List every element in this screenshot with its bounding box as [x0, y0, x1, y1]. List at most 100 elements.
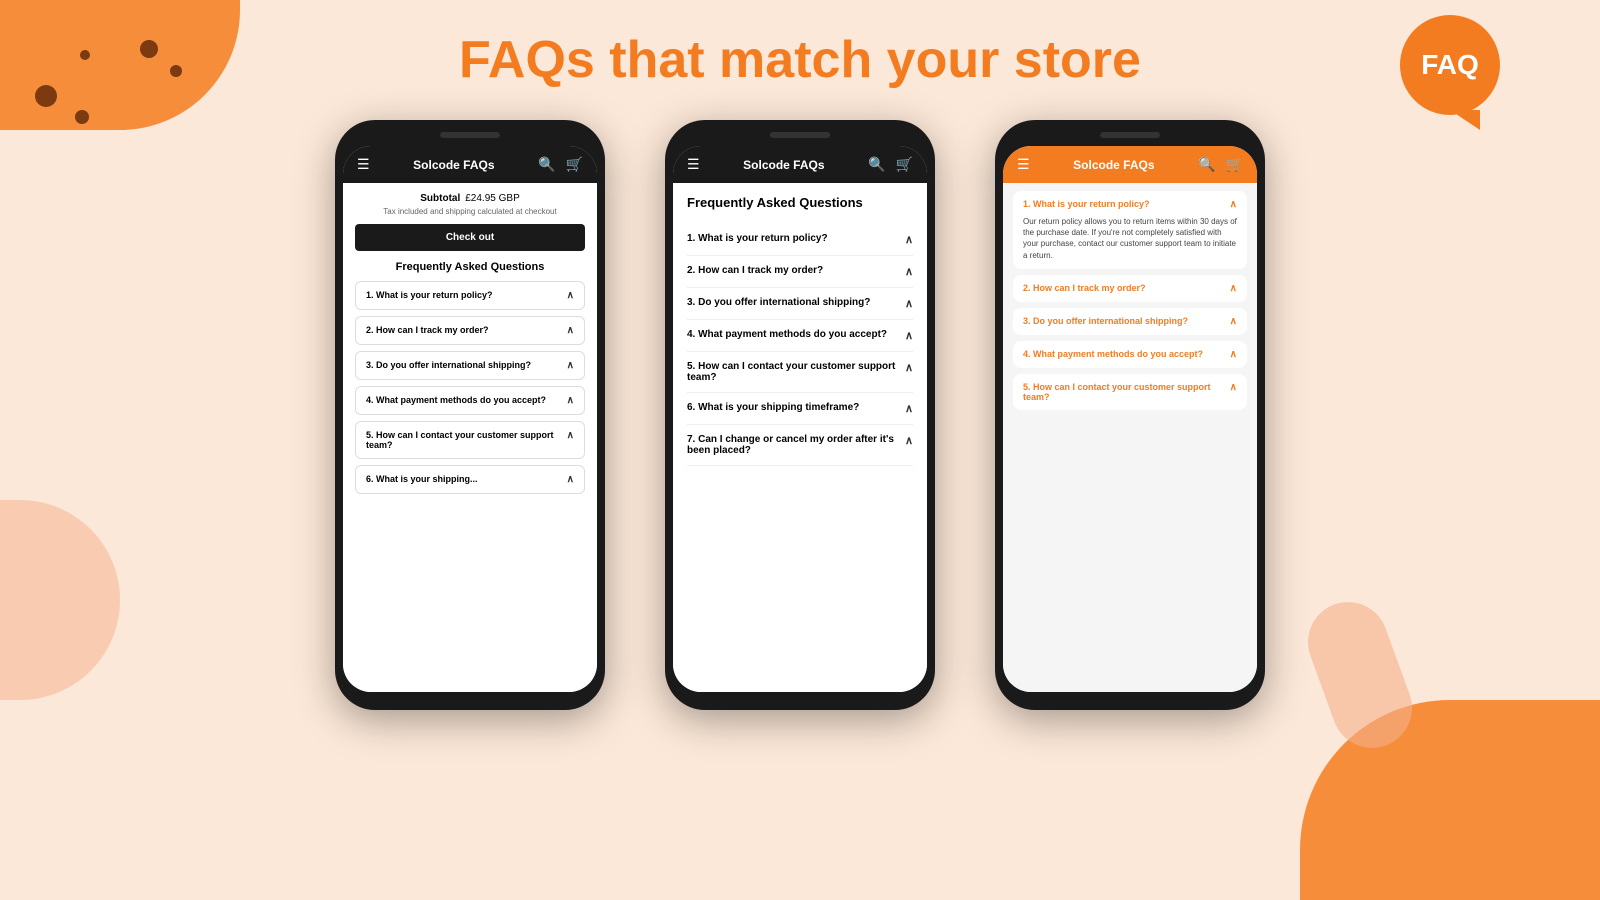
faq-question: 2. How can I track my order? ∧	[1023, 283, 1237, 294]
subtotal-amount: £24.95 GBP	[465, 193, 519, 204]
faq-item-text: 2. How can I track my order?	[687, 265, 823, 276]
search-icon-3[interactable]: 🔍	[1198, 156, 1215, 173]
chevron-up-icon: ∧	[905, 329, 913, 342]
chevron-up-icon: ∧	[1230, 382, 1237, 393]
faq-list-2: 1. What is your return policy?∧2. How ca…	[687, 224, 913, 466]
phone-3-nav-title: Solcode FAQs	[1073, 158, 1154, 172]
chevron-up-icon: ∧	[567, 430, 574, 441]
faq-list-1: 1. What is your return policy?∧2. How ca…	[355, 281, 585, 494]
subtotal-label: Subtotal	[420, 193, 460, 204]
faq-item-text: 4. What payment methods do you accept?	[687, 329, 887, 340]
search-icon[interactable]: 🔍	[538, 156, 555, 173]
faq-item-text: 3. Do you offer international shipping?	[366, 360, 567, 370]
faq-question: 4. What payment methods do you accept? ∧	[1023, 349, 1237, 360]
cart-icon[interactable]: 🛒	[566, 156, 583, 173]
faq-item[interactable]: 4. What payment methods do you accept? ∧	[687, 320, 913, 352]
faq-item[interactable]: 6. What is your shipping timeframe? ∧	[687, 393, 913, 425]
chevron-up-icon: ∧	[1230, 283, 1237, 294]
phone-1-notch	[440, 132, 500, 138]
phone-2-content: Frequently Asked Questions 1. What is yo…	[673, 183, 927, 692]
faq-item-text: 4. What payment methods do you accept?	[366, 395, 567, 405]
page-header: FAQs that match your store FAQ	[0, 0, 1600, 110]
phone-1-screen: ☰ Solcode FAQs 🔍 🛒 Subtotal £24.95 GBP T…	[343, 146, 597, 692]
faq-item[interactable]: 2. How can I track my order? ∧	[687, 256, 913, 288]
chevron-up-icon: ∧	[567, 290, 574, 301]
phone-2: ☰ Solcode FAQs 🔍 🛒 Frequently Asked Ques…	[665, 120, 935, 710]
phones-container: ☰ Solcode FAQs 🔍 🛒 Subtotal £24.95 GBP T…	[0, 110, 1600, 720]
faq-section-title: Frequently Asked Questions	[355, 261, 585, 273]
phone-1-nav-icons: 🔍 🛒	[538, 156, 583, 173]
chevron-up-icon: ∧	[905, 297, 913, 310]
chevron-up-icon: ∧	[1230, 199, 1237, 210]
faq-item[interactable]: 5. How can I contact your customer suppo…	[687, 352, 913, 393]
faq-question: 5. How can I contact your customer suppo…	[1023, 382, 1237, 402]
chevron-up-icon: ∧	[567, 395, 574, 406]
faq-card[interactable]: 1. What is your return policy? ∧ Our ret…	[1013, 191, 1247, 269]
page-title: FAQs that match your store	[459, 30, 1141, 90]
search-icon-2[interactable]: 🔍	[868, 156, 885, 173]
faq-item-text: 6. What is your shipping timeframe?	[687, 402, 859, 413]
chevron-up-icon: ∧	[567, 360, 574, 371]
chevron-up-icon: ∧	[1230, 316, 1237, 327]
phone2-faq-title: Frequently Asked Questions	[687, 195, 913, 210]
phone-2-screen: ☰ Solcode FAQs 🔍 🛒 Frequently Asked Ques…	[673, 146, 927, 692]
faq-card[interactable]: 3. Do you offer international shipping? …	[1013, 308, 1247, 335]
phone-1-nav: ☰ Solcode FAQs 🔍 🛒	[343, 146, 597, 183]
chevron-up-icon: ∧	[905, 402, 913, 415]
phone-2-nav-icons: 🔍 🛒	[868, 156, 913, 173]
faq-question-text: 2. How can I track my order?	[1023, 283, 1146, 293]
faq-item-text: 5. How can I contact your customer suppo…	[687, 361, 905, 383]
subtotal-note: Tax included and shipping calculated at …	[355, 207, 585, 216]
phone-3-notch	[1100, 132, 1160, 138]
phone-1: ☰ Solcode FAQs 🔍 🛒 Subtotal £24.95 GBP T…	[335, 120, 605, 710]
phone-1-nav-title: Solcode FAQs	[413, 158, 494, 172]
faq-bubble-text: FAQ	[1421, 49, 1479, 81]
cart-icon-3[interactable]: 🛒	[1226, 156, 1243, 173]
faq-question-text: 4. What payment methods do you accept?	[1023, 349, 1203, 359]
faq-question: 3. Do you offer international shipping? …	[1023, 316, 1237, 327]
faq-item[interactable]: 6. What is your shipping...∧	[355, 465, 585, 494]
faq-question-text: 5. How can I contact your customer suppo…	[1023, 382, 1230, 402]
faq-question: 1. What is your return policy? ∧	[1023, 199, 1237, 210]
faq-item[interactable]: 1. What is your return policy?∧	[355, 281, 585, 310]
chevron-up-icon: ∧	[567, 325, 574, 336]
phone-2-notch	[770, 132, 830, 138]
phone-3-nav-icons: 🔍 🛒	[1198, 156, 1243, 173]
faq-question-text: 3. Do you offer international shipping?	[1023, 316, 1188, 326]
phone-1-content: Subtotal £24.95 GBP Tax included and shi…	[343, 183, 597, 692]
faq-item-text: 1. What is your return policy?	[366, 290, 567, 300]
faq-list-3: 1. What is your return policy? ∧ Our ret…	[1013, 191, 1247, 410]
faq-item[interactable]: 3. Do you offer international shipping?∧	[355, 351, 585, 380]
faq-item[interactable]: 7. Can I change or cancel my order after…	[687, 425, 913, 466]
faq-item[interactable]: 2. How can I track my order?∧	[355, 316, 585, 345]
phone-3-nav: ☰ Solcode FAQs 🔍 🛒	[1003, 146, 1257, 183]
chevron-up-icon: ∧	[1230, 349, 1237, 360]
faq-bubble-icon: FAQ	[1400, 15, 1500, 115]
phone-2-nav: ☰ Solcode FAQs 🔍 🛒	[673, 146, 927, 183]
faq-item[interactable]: 4. What payment methods do you accept?∧	[355, 386, 585, 415]
chevron-up-icon: ∧	[905, 361, 913, 374]
chevron-up-icon: ∧	[567, 474, 574, 485]
phone-3: ☰ Solcode FAQs 🔍 🛒 1. What is your retur…	[995, 120, 1265, 710]
checkout-button[interactable]: Check out	[355, 224, 585, 251]
faq-item-text: 1. What is your return policy?	[687, 233, 828, 244]
faq-card[interactable]: 2. How can I track my order? ∧	[1013, 275, 1247, 302]
hamburger-icon: ☰	[357, 156, 370, 173]
faq-answer: Our return policy allows you to return i…	[1023, 216, 1237, 261]
faq-item[interactable]: 1. What is your return policy? ∧	[687, 224, 913, 256]
chevron-up-icon: ∧	[905, 265, 913, 278]
faq-item-text: 2. How can I track my order?	[366, 325, 567, 335]
cart-icon-2[interactable]: 🛒	[896, 156, 913, 173]
faq-item[interactable]: 3. Do you offer international shipping? ∧	[687, 288, 913, 320]
chevron-up-icon: ∧	[905, 233, 913, 246]
faq-card[interactable]: 4. What payment methods do you accept? ∧	[1013, 341, 1247, 368]
faq-item-text: 7. Can I change or cancel my order after…	[687, 434, 905, 456]
hamburger-icon-2: ☰	[687, 156, 700, 173]
faq-item-text: 5. How can I contact your customer suppo…	[366, 430, 567, 450]
phone-3-screen: ☰ Solcode FAQs 🔍 🛒 1. What is your retur…	[1003, 146, 1257, 692]
faq-item[interactable]: 5. How can I contact your customer suppo…	[355, 421, 585, 459]
faq-item-text: 6. What is your shipping...	[366, 474, 567, 484]
faq-item-text: 3. Do you offer international shipping?	[687, 297, 870, 308]
chevron-up-icon: ∧	[905, 434, 913, 447]
faq-card[interactable]: 5. How can I contact your customer suppo…	[1013, 374, 1247, 410]
